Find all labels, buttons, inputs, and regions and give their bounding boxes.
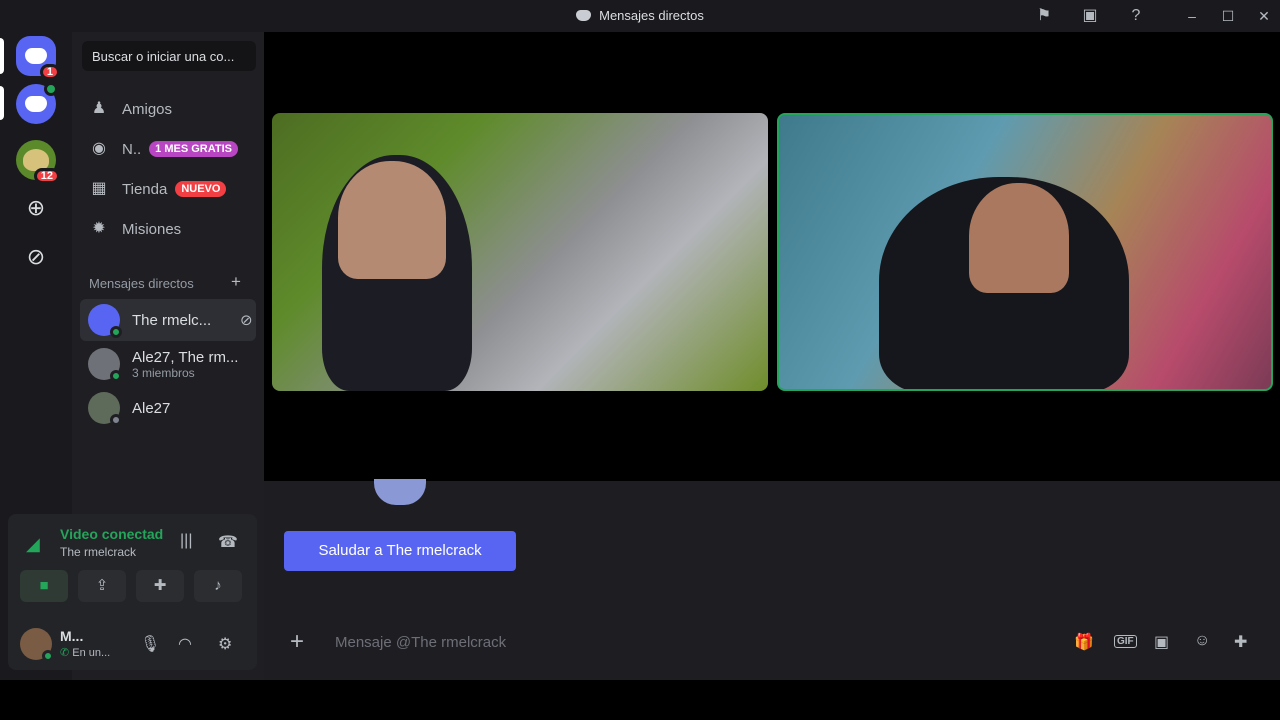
create-dm-icon[interactable]: + [231,272,241,292]
friends-icon: ♟ [91,100,107,117]
voice-status[interactable]: Video conectad [60,526,168,542]
avatar [88,304,122,338]
status-offline-dot [110,414,122,426]
disconnect-icon[interactable]: ☎ [218,532,238,552]
camera-button[interactable]: ■ [20,570,68,602]
discord-logo-icon [576,10,592,21]
nav-shop[interactable]: ▦ Tienda NUEVO [80,171,256,207]
screen-record-icon[interactable]: ▣ [1080,6,1100,26]
user-status: ✆ En un... [60,646,110,659]
search-input[interactable]: Buscar o iniciar una co... [82,41,256,71]
dm-item-the-rmelcrack[interactable]: The rmelc... ⊘ [80,299,256,341]
notification-badge: 12 [33,168,60,184]
nav-friends[interactable]: ♟ Amigos [80,91,256,127]
dm-item-ale27[interactable]: Ale27 [80,387,256,429]
nav-quests[interactable]: ✹ Misiones [80,211,256,247]
wumpus-illustration [374,479,426,505]
user-status-text: En un... [72,647,111,659]
video-stage [264,32,1280,481]
help-icon[interactable]: ? [1126,6,1146,26]
phone-icon: ✆ [60,647,70,659]
signal-icon: ◢ [26,534,40,554]
status-online-dot [110,370,122,382]
unread-pill [0,86,4,120]
nitro-icon: ◉ [92,140,106,157]
group-avatar [88,348,122,382]
maximize-button[interactable]: ☐ [1218,6,1238,26]
activities-button[interactable]: ✚ [136,570,184,602]
nav-label: Misiones [122,220,182,238]
nav-label: N.. [122,140,142,158]
home-button[interactable]: 1 [16,36,60,80]
promo-badge: 1 MES GRATIS [149,141,238,157]
bottom-strip [0,680,1280,720]
discord-logo-icon [25,48,47,64]
video-tile-2-speaking[interactable] [777,113,1273,391]
voice-channel[interactable]: The rmelcrack [60,545,136,559]
user-panel: M... ✆ En un... 🎙 ◠ ⚙ [8,614,257,670]
dm-item-group[interactable]: Ale27, The rm... 3 miembros [80,343,256,385]
discord-logo-icon [25,96,47,112]
window-title-text: Mensajes directos [599,8,704,23]
notification-badge: 1 [39,64,60,80]
status-online-dot [42,650,54,662]
sticker-icon[interactable]: ▣ [1154,632,1169,652]
apps-icon[interactable]: ✚ [1234,632,1247,652]
quests-icon: ✹ [92,220,106,237]
plus-circle-icon[interactable]: ⊕ [22,195,50,223]
dm-name: Ale27 [132,399,171,417]
emoji-icon[interactable]: ☺ [1194,632,1210,650]
screen-share-button[interactable]: ⇪ [78,570,126,602]
hide-icon[interactable]: ⊘ [240,311,253,329]
nav-nitro[interactable]: ◉ N.. 1 MES GRATIS [80,131,256,167]
minimize-button[interactable]: – [1182,6,1202,26]
video-tile-1[interactable] [272,113,768,391]
server-icon-2[interactable] [16,82,58,124]
selected-pill [0,38,4,74]
message-composer[interactable]: + Mensaje @The rmelcrack 🎁 GIF ▣ ☺ ✚ [272,612,1272,674]
nav-label: Amigos [122,100,173,118]
noise-suppression-icon[interactable]: ||| [180,532,192,550]
status-dot [44,82,58,96]
participant-face [969,183,1069,293]
nav-label: Tienda [122,180,168,198]
shop-icon: ▦ [91,180,107,197]
server-icon-link[interactable]: 12 [16,140,60,184]
dm-section-header: Mensajes directos [89,276,194,291]
avatar [88,392,122,426]
close-button[interactable]: ✕ [1254,6,1274,26]
user-avatar[interactable] [20,628,54,662]
dm-name: The rmelc... [132,311,212,329]
settings-gear-icon[interactable]: ⚙ [218,634,232,654]
microphone-icon[interactable]: 🎙 [140,634,160,654]
participant-face [338,161,446,279]
gif-icon[interactable]: GIF [1114,635,1137,648]
wave-button[interactable]: Saludar a The rmelcrack [284,531,516,571]
message-input[interactable]: Mensaje @The rmelcrack [335,634,506,651]
gift-icon[interactable]: 🎁 [1074,632,1094,652]
headphones-icon[interactable]: ◠ [178,634,192,654]
inbox-flag-icon[interactable]: ⚑ [1034,6,1054,26]
dm-name: Ale27, The rm... [132,348,239,366]
main-area: Saludar a The rmelcrack + Mensaje @The r… [264,32,1280,680]
title-bar: Mensajes directos ⚑ ▣ ? – ☐ ✕ [0,0,1280,32]
username[interactable]: M... [60,628,83,644]
new-badge: NUEVO [175,181,227,197]
soundboard-button[interactable]: ♪ [194,570,242,602]
member-count: 3 miembros [132,365,195,380]
status-online-dot [110,326,122,338]
compass-icon[interactable]: ⊘ [22,244,50,272]
voice-panel: ◢ Video conectad The rmelcrack ||| ☎ ■ ⇪… [8,514,257,670]
attach-plus-icon[interactable]: + [290,628,304,656]
